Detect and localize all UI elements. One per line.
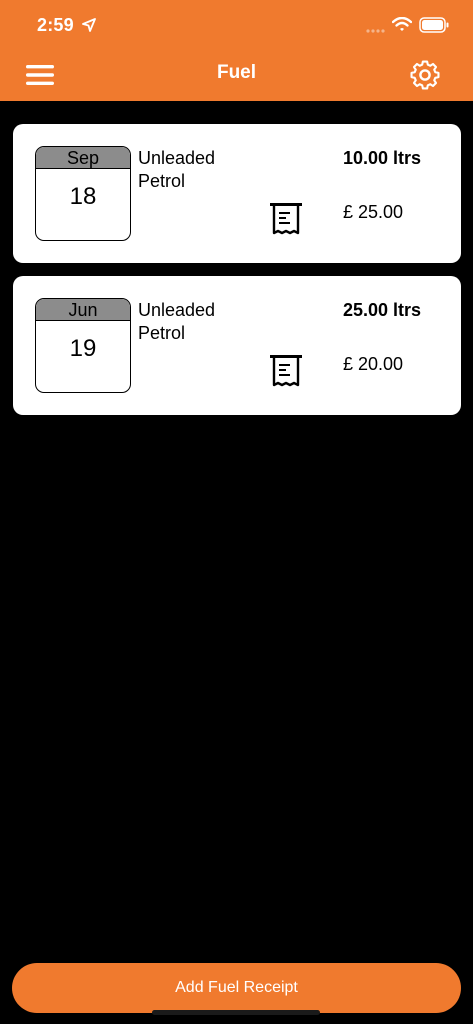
add-fuel-receipt-button[interactable]: Add Fuel Receipt [12,963,461,1013]
receipt-icon[interactable] [269,353,303,387]
fuel-type: Unleaded Petrol [138,147,258,193]
calendar-month: Jun [36,299,130,321]
calendar-month: Sep [36,147,130,169]
fuel-type-line: Unleaded [138,148,216,168]
wifi-icon [392,17,412,31]
battery-icon [419,17,449,33]
fuel-type: Unleaded Petrol [138,299,258,345]
app-header: 2:59 Fuel [0,0,473,101]
cost-value: £ 20.00 [343,354,404,374]
fuel-receipt-card[interactable]: Jun 19 Unleaded Petrol 25.00 ltrs £ 20.0… [13,276,461,415]
location-arrow-icon [82,18,96,32]
status-bar: 2:59 [0,0,473,50]
nav-bar: Fuel [0,50,473,101]
litres-value: 25.00 ltrs [343,300,422,320]
gear-icon[interactable] [409,59,441,91]
calendar-day: 19 [69,335,97,362]
cellular-signal-icon [366,29,385,33]
date-calendar-badge: Jun 19 [35,298,131,393]
home-indicator[interactable] [152,1010,320,1015]
fuel-screen: 2:59 Fuel Sep 18 Unleaded Petrol 10.00 l… [0,0,473,1024]
status-time: 2:59 [37,15,74,35]
fuel-type-line: Petrol [138,323,186,343]
page-title: Fuel [216,62,257,83]
fuel-receipt-list: Sep 18 Unleaded Petrol 10.00 ltrs £ 25.0… [13,124,461,428]
fuel-type-line: Petrol [138,171,186,191]
cost-value: £ 25.00 [343,202,404,222]
date-calendar-badge: Sep 18 [35,146,131,241]
calendar-day: 18 [69,183,97,210]
fuel-type-line: Unleaded [138,300,216,320]
receipt-icon[interactable] [269,201,303,235]
litres-value: 10.00 ltrs [343,148,422,168]
fuel-receipt-card[interactable]: Sep 18 Unleaded Petrol 10.00 ltrs £ 25.0… [13,124,461,263]
